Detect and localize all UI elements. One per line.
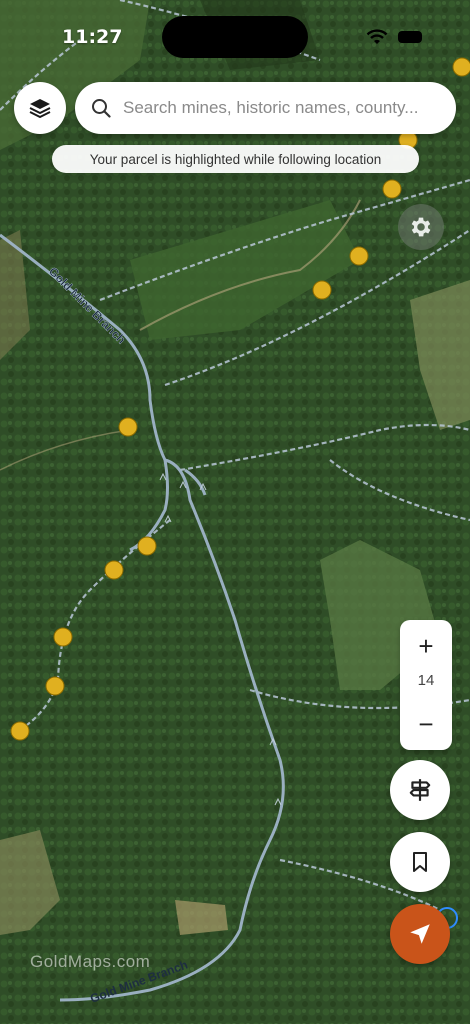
navigation-arrow-icon	[410, 924, 430, 944]
routes-button[interactable]	[390, 760, 450, 820]
layers-button[interactable]	[14, 82, 66, 134]
mine-marker[interactable]	[104, 560, 124, 580]
search-bar[interactable]	[75, 82, 456, 134]
mine-marker[interactable]	[382, 179, 402, 199]
bookmarks-button[interactable]	[390, 832, 450, 892]
mine-marker[interactable]	[53, 627, 73, 647]
mine-marker[interactable]	[118, 417, 138, 437]
mine-marker[interactable]	[349, 246, 369, 266]
mine-marker[interactable]	[45, 676, 65, 696]
map-watermark: GoldMaps.com	[30, 952, 151, 971]
mine-marker[interactable]	[137, 536, 157, 556]
signpost-icon	[409, 779, 431, 801]
parcel-highlight-toast: Your parcel is highlighted while followi…	[52, 145, 419, 173]
bookmark-icon	[413, 852, 427, 872]
zoom-level: 14	[417, 672, 435, 689]
toast-message: Your parcel is highlighted while followi…	[89, 151, 382, 167]
search-icon	[92, 99, 111, 118]
mine-marker[interactable]	[312, 280, 332, 300]
zoom-control: + 14 −	[400, 620, 452, 750]
layers-icon	[29, 99, 51, 118]
zoom-in-button[interactable]: +	[400, 624, 452, 668]
zoom-out-button[interactable]: −	[400, 702, 452, 746]
follow-location-button[interactable]	[390, 904, 450, 964]
mine-marker[interactable]	[452, 57, 470, 77]
search-input[interactable]	[121, 97, 445, 119]
gear-icon	[411, 217, 431, 237]
mine-marker[interactable]	[10, 721, 30, 741]
settings-button[interactable]	[398, 204, 444, 250]
